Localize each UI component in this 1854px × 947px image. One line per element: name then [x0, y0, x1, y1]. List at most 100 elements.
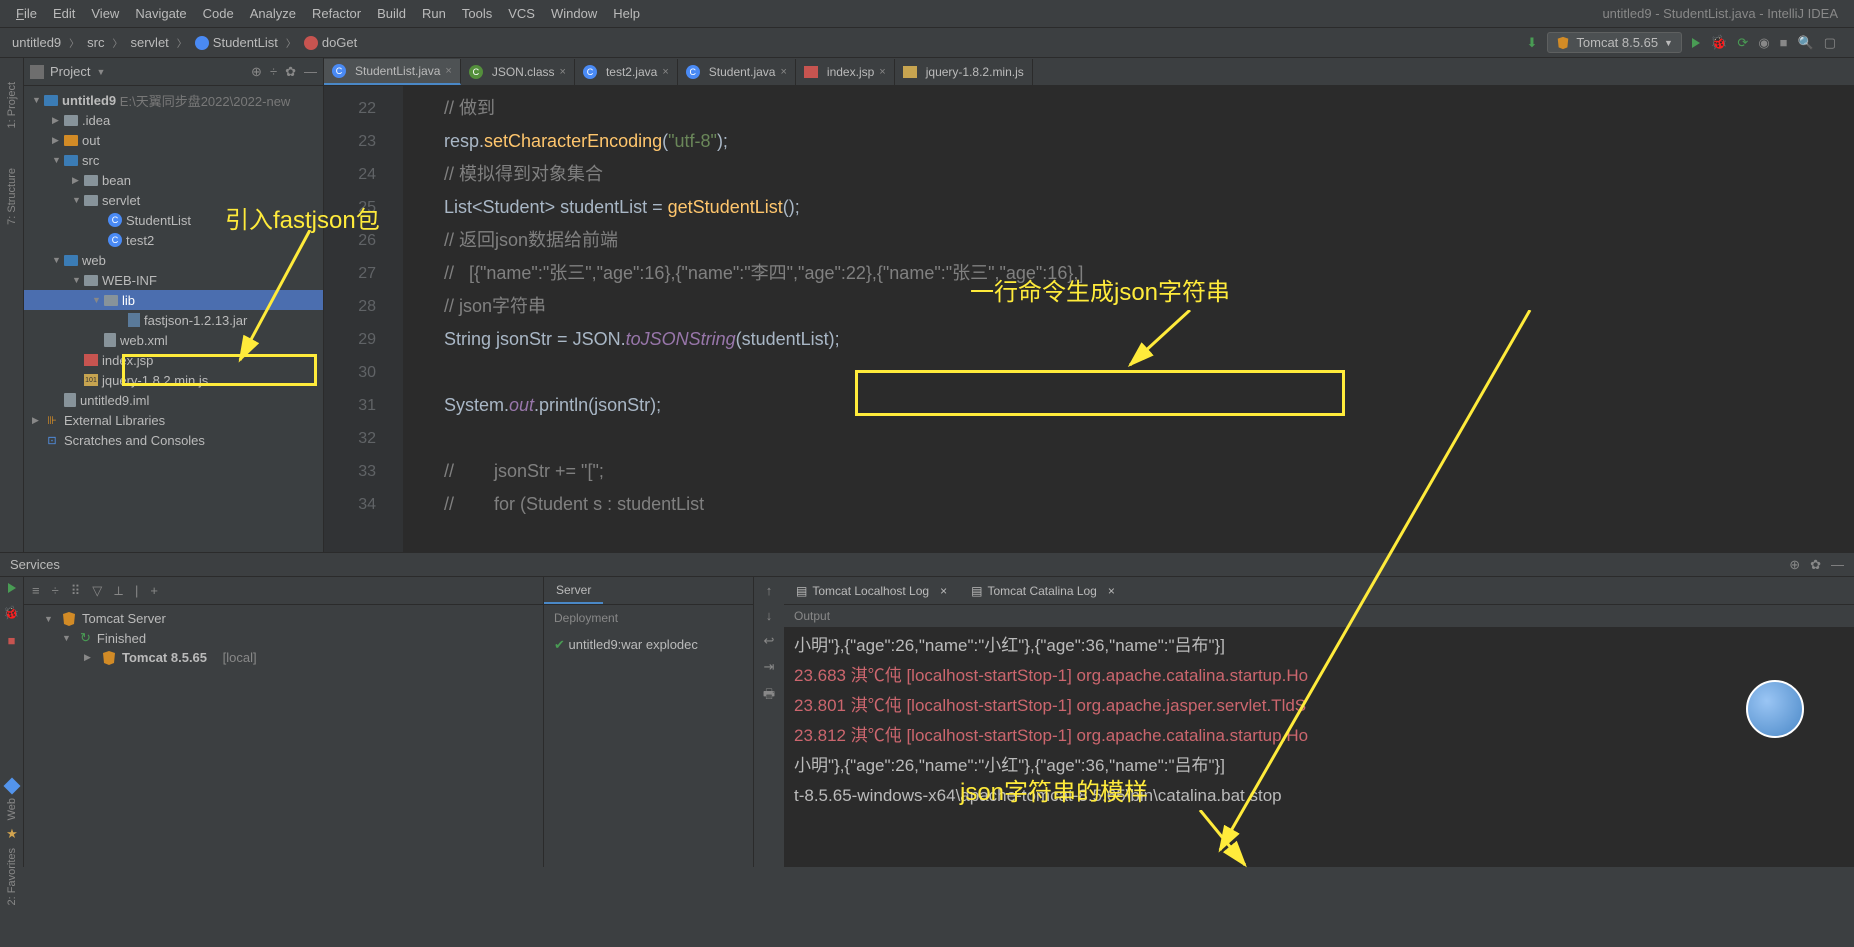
settings-icon[interactable]: ✿	[285, 64, 296, 80]
menu-navigate[interactable]: Navigate	[127, 6, 194, 21]
structure-tool-button[interactable]: 7: Structure	[6, 148, 18, 245]
select-opened-file-icon[interactable]: ⊕	[251, 64, 262, 80]
favorites-tool-button[interactable]: 2: Favorites	[6, 848, 18, 905]
code-editor[interactable]: 222324 252627 282930 313233 34 // 做到 res…	[324, 86, 1854, 552]
collapse-all-icon[interactable]: ÷	[52, 583, 59, 598]
chevron-down-icon[interactable]: ▼	[96, 67, 105, 77]
crumb-root[interactable]: untitled9	[8, 35, 65, 50]
menu-build[interactable]: Build	[369, 6, 414, 21]
favorites-icon[interactable]: ★	[6, 826, 18, 842]
code-content[interactable]: // 做到 resp.setCharacterEncoding("utf-8")…	[404, 86, 1854, 552]
console-output[interactable]: 小明"},{"age":26,"name":"小红"},{"age":36,"n…	[784, 627, 1854, 867]
scroll-down-icon[interactable]: ↓	[766, 608, 773, 623]
tree-lib[interactable]: lib	[24, 290, 323, 310]
tree-idea[interactable]: .idea	[24, 110, 323, 130]
debug-button[interactable]: 🐞	[1710, 34, 1727, 51]
close-icon[interactable]: ×	[879, 66, 885, 78]
build-icon[interactable]: ⬇	[1526, 35, 1537, 51]
profile-button[interactable]: ◉	[1758, 35, 1769, 51]
tab-indexjsp[interactable]: index.jsp×	[796, 59, 895, 85]
menu-vcs[interactable]: VCS	[500, 6, 543, 21]
hide-icon[interactable]: —	[304, 64, 317, 80]
project-tool-button[interactable]: 1: Project	[6, 62, 18, 148]
tree-bean[interactable]: bean	[24, 170, 323, 190]
fold-gutter[interactable]	[386, 86, 404, 552]
tab-test2[interactable]: Ctest2.java×	[575, 59, 678, 85]
tree-jquery[interactable]: 101jquery-1.8.2.min.js	[24, 370, 323, 390]
expand-icon[interactable]: ⊕	[1789, 557, 1800, 573]
scroll-to-end-icon[interactable]: ⇥	[764, 659, 775, 675]
menu-code[interactable]: Code	[195, 6, 242, 21]
crumb-src[interactable]: src	[83, 35, 108, 50]
tree-iml[interactable]: untitled9.iml	[24, 390, 323, 410]
crumb-method[interactable]: doGet	[300, 35, 361, 51]
close-icon[interactable]: ×	[445, 65, 451, 77]
wrap-icon[interactable]: ↩	[764, 633, 775, 649]
menu-refactor[interactable]: Refactor	[304, 6, 369, 21]
stop-button[interactable]: ■	[1780, 35, 1788, 50]
tree-studentlist[interactable]: CStudentList	[24, 210, 323, 230]
crumb-package[interactable]: servlet	[127, 35, 173, 50]
artifact-item[interactable]: ✔ untitled9:war explodec	[554, 637, 743, 653]
tree-webxml[interactable]: web.xml	[24, 330, 323, 350]
tree-fastjson-jar[interactable]: fastjson-1.2.13.jar	[24, 310, 323, 330]
hide-icon[interactable]: —	[1831, 557, 1844, 573]
services-tree[interactable]: Tomcat Server ↻Finished Tomcat 8.5.65 [l…	[24, 605, 543, 867]
layout-icon[interactable]: ▢	[1824, 35, 1836, 51]
floating-action-button[interactable]	[1746, 680, 1804, 738]
debug-button[interactable]: 🐞	[3, 605, 19, 621]
menu-help[interactable]: Help	[605, 6, 648, 21]
svc-tomcat-instance[interactable]: Tomcat 8.5.65 [local]	[32, 648, 535, 667]
coverage-button[interactable]: ⟳	[1737, 35, 1748, 51]
tree-web[interactable]: web	[24, 250, 323, 270]
collapse-all-icon[interactable]: ÷	[270, 64, 277, 80]
tab-studentlist[interactable]: CStudentList.java×	[324, 59, 461, 85]
close-icon[interactable]: ×	[940, 584, 947, 598]
svc-finished[interactable]: ↻Finished	[32, 628, 535, 648]
crumb-class[interactable]: StudentList	[191, 35, 282, 51]
print-icon[interactable]: 🖶	[763, 685, 775, 707]
settings-icon[interactable]: ✿	[1810, 557, 1821, 573]
close-icon[interactable]: ×	[662, 66, 668, 78]
menu-analyze[interactable]: Analyze	[242, 6, 304, 21]
tree-webinf[interactable]: WEB-INF	[24, 270, 323, 290]
tree-out[interactable]: out	[24, 130, 323, 150]
project-tree[interactable]: untitled9 E:\天翼同步盘2022\2022-new .idea ou…	[24, 86, 323, 552]
menu-view[interactable]: View	[83, 6, 127, 21]
tree-external-libs[interactable]: ⊪External Libraries	[24, 410, 323, 430]
tab-json-class[interactable]: CJSON.class×	[461, 59, 575, 85]
tree-root[interactable]: untitled9 E:\天翼同步盘2022\2022-new	[24, 90, 323, 110]
tree-scratches[interactable]: ⊡Scratches and Consoles	[24, 430, 323, 450]
run-button[interactable]	[1692, 38, 1700, 48]
tree-test2[interactable]: Ctest2	[24, 230, 323, 250]
layout-icon[interactable]: ⟂	[114, 583, 123, 599]
menu-run[interactable]: Run	[414, 6, 454, 21]
web-tool-button[interactable]: Web	[6, 798, 18, 820]
tree-src[interactable]: src	[24, 150, 323, 170]
tree-indexjsp[interactable]: index.jsp	[24, 350, 323, 370]
menu-tools[interactable]: Tools	[454, 6, 500, 21]
scroll-up-icon[interactable]: ↑	[766, 583, 773, 598]
tab-student[interactable]: CStudent.java×	[678, 59, 796, 85]
rerun-button[interactable]	[8, 583, 16, 593]
svc-tomcat-root[interactable]: Tomcat Server	[32, 609, 535, 628]
search-icon[interactable]: 🔍	[1798, 35, 1814, 51]
web-tool-icon[interactable]	[4, 778, 21, 795]
menu-file[interactable]: FFileile	[8, 6, 45, 21]
stop-button[interactable]: ■	[8, 633, 16, 648]
close-icon[interactable]: ×	[780, 66, 786, 78]
close-icon[interactable]: ×	[560, 66, 566, 78]
filter-icon[interactable]: ▽	[92, 583, 102, 599]
menu-edit[interactable]: Edit	[45, 6, 83, 21]
run-config-selector[interactable]: Tomcat 8.5.65 ▼	[1547, 32, 1682, 53]
tomcat-localhost-log-tab[interactable]: ▤Tomcat Localhost Log×	[784, 577, 959, 604]
menu-window[interactable]: Window	[543, 6, 605, 21]
tab-jquery[interactable]: jquery-1.8.2.min.js	[895, 59, 1033, 85]
tree-servlet[interactable]: servlet	[24, 190, 323, 210]
close-icon[interactable]: ×	[1108, 584, 1115, 598]
add-icon[interactable]: +	[150, 583, 158, 598]
group-icon[interactable]: ⠿	[71, 583, 81, 599]
server-tab[interactable]: Server	[544, 577, 603, 604]
tomcat-catalina-log-tab[interactable]: ▤Tomcat Catalina Log×	[959, 577, 1127, 604]
expand-all-icon[interactable]: ≡	[32, 583, 40, 598]
